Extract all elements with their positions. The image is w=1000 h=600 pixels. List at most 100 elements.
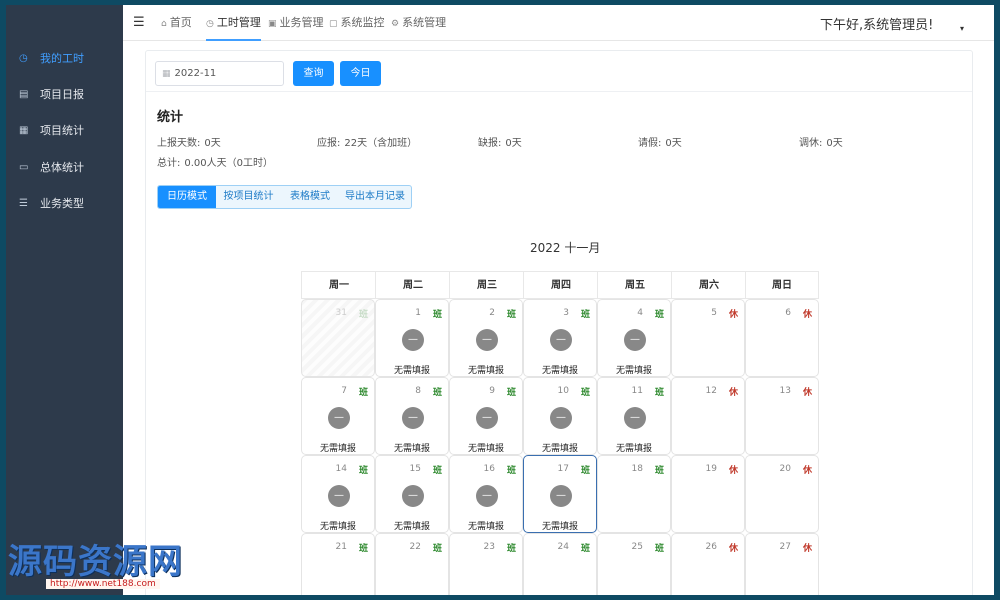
sidebar-item-project-daily[interactable]: ▤ 项目日报	[6, 76, 123, 112]
calendar-day[interactable]: 10 班 — 无需填报	[523, 377, 597, 455]
calendar-day[interactable]: 20 休	[745, 455, 819, 533]
stat-value: 22天（含加班）	[344, 138, 418, 149]
calendar-day[interactable]: 2 班 — 无需填报	[449, 299, 523, 377]
month-picker-input[interactable]: ▦ 2022-11	[155, 61, 284, 86]
calendar-day[interactable]: 8 班 — 无需填报	[375, 377, 449, 455]
work-badge: 班	[654, 310, 664, 320]
work-badge: 班	[358, 310, 368, 320]
calendar-day[interactable]: 15 班 — 无需填报	[375, 455, 449, 533]
day-number: 10	[557, 386, 569, 396]
calendar-day[interactable]: 4 班 — 无需填报	[597, 299, 671, 377]
work-badge: 班	[506, 310, 516, 320]
calendar-day[interactable]: 26 休	[671, 533, 745, 595]
stat-total: 总计: 0.00人天（0工时）	[157, 154, 273, 169]
calendar-day[interactable]: 22 班	[375, 533, 449, 595]
tab-home[interactable]: ⌂ 首页	[161, 5, 192, 41]
work-badge: 班	[432, 466, 442, 476]
query-button[interactable]: 查询	[293, 61, 334, 86]
calendar-day[interactable]: 13 休	[745, 377, 819, 455]
work-badge: 班	[506, 544, 516, 554]
tab-by-project[interactable]: 按项目统计	[216, 186, 281, 208]
day-number: 24	[557, 542, 569, 552]
weekday-header: 周三	[449, 271, 524, 299]
status-dash-icon: —	[328, 407, 350, 429]
day-number: 9	[489, 386, 495, 396]
day-number: 27	[779, 542, 791, 552]
calendar-day[interactable]: 3 班 — 无需填报	[523, 299, 597, 377]
stat-value: 0天	[826, 138, 843, 149]
stat-leave-days: 请假: 0天	[638, 134, 682, 149]
day-number: 5	[711, 308, 717, 318]
status-dash-icon: —	[624, 407, 646, 429]
calendar-day[interactable]: 9 班 — 无需填报	[449, 377, 523, 455]
app-window: ◷ 我的工时 ▤ 项目日报 ▦ 项目统计 ▭ 总体统计 ☰ 业务类型 ☰ ⌂ 首页…	[6, 5, 994, 595]
day-number: 16	[483, 464, 495, 474]
calendar-day[interactable]: 25 班	[597, 533, 671, 595]
tab-label: 首页	[169, 16, 192, 29]
day-number: 26	[705, 542, 717, 552]
calendar-day[interactable]: 23 班	[449, 533, 523, 595]
calendar-day[interactable]: 19 休	[671, 455, 745, 533]
sidebar: ◷ 我的工时 ▤ 项目日报 ▦ 项目统计 ▭ 总体统计 ☰ 业务类型	[6, 5, 123, 595]
day-number: 13	[779, 386, 791, 396]
calendar-day[interactable]: 27 休	[745, 533, 819, 595]
rest-badge: 休	[728, 388, 738, 398]
work-badge: 班	[654, 466, 664, 476]
day-number: 8	[415, 386, 421, 396]
day-number: 22	[409, 542, 421, 552]
calendar-day[interactable]: 1 班 — 无需填报	[375, 299, 449, 377]
day-number: 17	[557, 464, 569, 474]
work-badge: 班	[654, 388, 664, 398]
menu-toggle-icon[interactable]: ☰	[133, 15, 145, 30]
calendar-day[interactable]: 16 班 — 无需填报	[449, 455, 523, 533]
sidebar-item-my-hours[interactable]: ◷ 我的工时	[6, 40, 123, 76]
calendar-day-today[interactable]: 17 班 — 无需填报	[523, 455, 597, 533]
calendar-day[interactable]: 12 休	[671, 377, 745, 455]
day-number: 19	[705, 464, 717, 474]
tab-business-management[interactable]: ▣ 业务管理	[268, 5, 324, 41]
calendar-day[interactable]: 24 班	[523, 533, 597, 595]
today-button[interactable]: 今日	[340, 61, 381, 86]
calendar-day[interactable]: 6休	[745, 299, 819, 377]
day-number: 3	[563, 308, 569, 318]
day-number: 31	[335, 308, 347, 318]
weekday-header: 周日	[745, 271, 819, 299]
work-badge: 班	[654, 544, 664, 554]
monitor-icon: ▭	[19, 161, 29, 173]
calendar-day[interactable]: 18 班	[597, 455, 671, 533]
calendar-day[interactable]: 21 班	[301, 533, 375, 595]
sidebar-item-overall-stats[interactable]: ▭ 总体统计	[6, 149, 123, 185]
tab-export-month[interactable]: 导出本月记录	[339, 186, 411, 208]
chevron-down-icon[interactable]: ▾	[960, 24, 964, 33]
calendar-day[interactable]: 7 班 — 无需填报	[301, 377, 375, 455]
day-number: 4	[637, 308, 643, 318]
stat-due-days: 应报: 22天（含加班）	[317, 134, 417, 149]
content-card: ▦ 2022-11 查询 今日 统计 上报天数: 0天 应报: 22天（含加班） 缺报…	[145, 50, 973, 595]
clock-icon: ◷	[19, 52, 28, 64]
stat-label: 调休:	[799, 138, 823, 149]
work-badge: 班	[506, 466, 516, 476]
tab-system-management[interactable]: ⚙ 系统管理	[391, 5, 446, 41]
sidebar-item-project-stats[interactable]: ▦ 项目统计	[6, 112, 123, 148]
stat-label: 总计:	[157, 158, 181, 169]
tab-calendar-mode[interactable]: 日历模式	[158, 186, 216, 208]
calendar-day[interactable]: 5休	[671, 299, 745, 377]
sidebar-item-label: 项目统计	[40, 124, 84, 137]
calendar-day[interactable]: 11 班 — 无需填报	[597, 377, 671, 455]
report-icon: ▤	[19, 88, 29, 100]
month-value: 2022-11	[174, 68, 217, 79]
day-status-text: 无需填报	[541, 522, 578, 532]
calendar-day[interactable]: 14 班 — 无需填报	[301, 455, 375, 533]
tab-system-monitor[interactable]: ▢ 系统监控	[329, 5, 385, 41]
sidebar-item-business-type[interactable]: ☰ 业务类型	[6, 185, 123, 221]
tab-table-mode[interactable]: 表格模式	[281, 186, 339, 208]
user-greeting[interactable]: 下午好,系统管理员!	[820, 14, 933, 33]
status-dash-icon: —	[476, 485, 498, 507]
day-number: 14	[335, 464, 347, 474]
status-dash-icon: —	[550, 485, 572, 507]
tab-hours-management[interactable]: ◷ 工时管理	[206, 5, 261, 41]
stat-value: 0天	[665, 138, 682, 149]
work-badge: 班	[580, 310, 590, 320]
day-number: 23	[483, 542, 495, 552]
status-dash-icon: —	[402, 485, 424, 507]
